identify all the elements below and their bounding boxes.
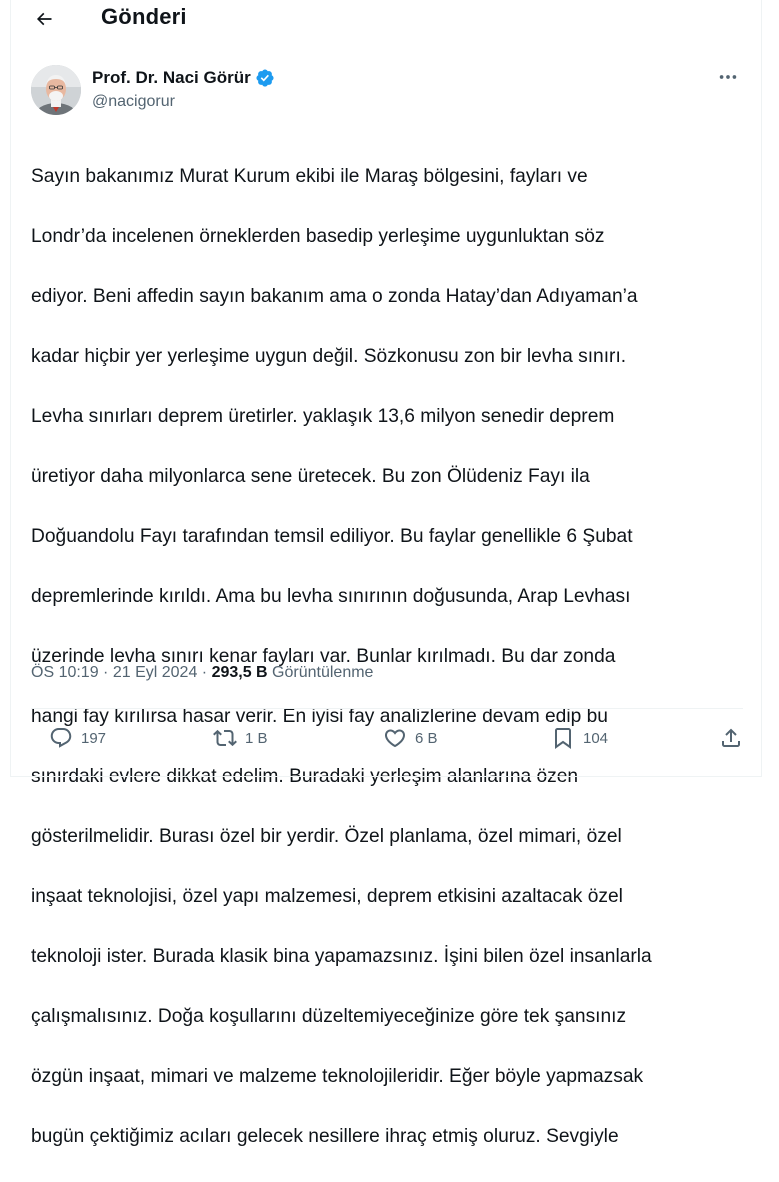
retweet-count: 1 B xyxy=(245,729,268,747)
meta-separator: · xyxy=(197,664,212,681)
tweet-author: Prof. Dr. Naci Görür @nacigorur xyxy=(31,64,743,120)
share-icon xyxy=(722,728,740,747)
post-page: Gönderi Prof. Dr. Naci Görür @nacigorur … xyxy=(10,0,762,1147)
bookmark-count: 104 xyxy=(583,729,609,747)
tweet-line: bugün çektiğimiz acıları gelecek nesille… xyxy=(31,1126,619,1147)
tweet-date[interactable]: 21 Eyl 2024 xyxy=(113,664,198,681)
page-header: Gönderi xyxy=(11,0,761,38)
tweet-line: gösterilmelidir. Burası özel bir yerdir.… xyxy=(31,826,622,847)
author-handle[interactable]: @nacigorur xyxy=(92,93,175,111)
views-count: 293,5 B xyxy=(211,664,268,681)
like-button[interactable]: 6 B xyxy=(383,720,438,756)
back-button[interactable] xyxy=(27,2,61,36)
bookmark-button[interactable]: 104 xyxy=(551,720,608,756)
retweet-button[interactable]: 1 B xyxy=(213,720,268,756)
author-name-text: Prof. Dr. Naci Görür xyxy=(92,68,251,87)
tweet-line: çalışmalısınız. Doğa koşullarını düzelte… xyxy=(31,1006,627,1027)
tweet-line: ediyor. Beni affedin sayın bakanım ama o… xyxy=(31,286,638,307)
author-name[interactable]: Prof. Dr. Naci Görür xyxy=(92,68,275,88)
more-options-button[interactable] xyxy=(713,66,743,88)
tweet-line: kadar hiçbir yer yerleşime uygun değil. … xyxy=(31,346,627,367)
more-horizontal-icon xyxy=(719,75,737,79)
reply-count: 197 xyxy=(81,729,107,747)
tweet-line: inşaat teknolojisi, özel yapı malzemesi,… xyxy=(31,886,623,907)
tweet-meta: ÖS 10:19 · 21 Eyl 2024 · 293,5 B Görüntü… xyxy=(31,664,373,682)
tweet-line: depremlerinde kırıldı. Ama bu levha sını… xyxy=(31,586,631,607)
views-label: Görüntülenme xyxy=(267,664,374,681)
tweet-line: Londr’da incelenen örneklerden basedip y… xyxy=(31,226,605,247)
tweet-line: üretiyor daha milyonlarca sene üretecek.… xyxy=(31,466,590,487)
tweet-line: özgün inşaat, mimari ve malzeme teknoloj… xyxy=(31,1066,644,1087)
avatar-image xyxy=(31,65,81,115)
reply-button[interactable]: 197 xyxy=(49,720,106,756)
divider xyxy=(31,708,743,709)
share-button[interactable] xyxy=(719,720,743,756)
tweet-line: sınırdaki evlere dikkat edelim. Buradaki… xyxy=(31,766,579,787)
avatar[interactable] xyxy=(31,65,81,115)
retweet-icon xyxy=(213,729,237,747)
meta-separator: · xyxy=(98,664,113,681)
tweet-line: teknoloji ister. Burada klasik bina yapa… xyxy=(31,946,652,967)
tweet-actions: 197 1 B 6 B 104 xyxy=(31,720,743,756)
tweet-text: Sayın bakanımız Murat Kurum ekibi ile Ma… xyxy=(31,132,746,1182)
tweet-line: Levha sınırları deprem üretirler. yaklaş… xyxy=(31,406,615,427)
verified-badge-icon xyxy=(256,69,274,87)
heart-icon xyxy=(384,729,406,748)
page-title: Gönderi xyxy=(101,4,187,29)
tweet-line: Doğuandolu Fayı tarafından temsil ediliy… xyxy=(31,526,633,547)
bookmark-icon xyxy=(555,728,571,749)
reply-icon xyxy=(50,728,72,748)
like-count: 6 B xyxy=(415,729,438,747)
tweet-time[interactable]: ÖS 10:19 xyxy=(31,664,99,681)
tweet-line: Sayın bakanımız Murat Kurum ekibi ile Ma… xyxy=(31,166,588,187)
arrow-left-icon xyxy=(36,12,52,26)
